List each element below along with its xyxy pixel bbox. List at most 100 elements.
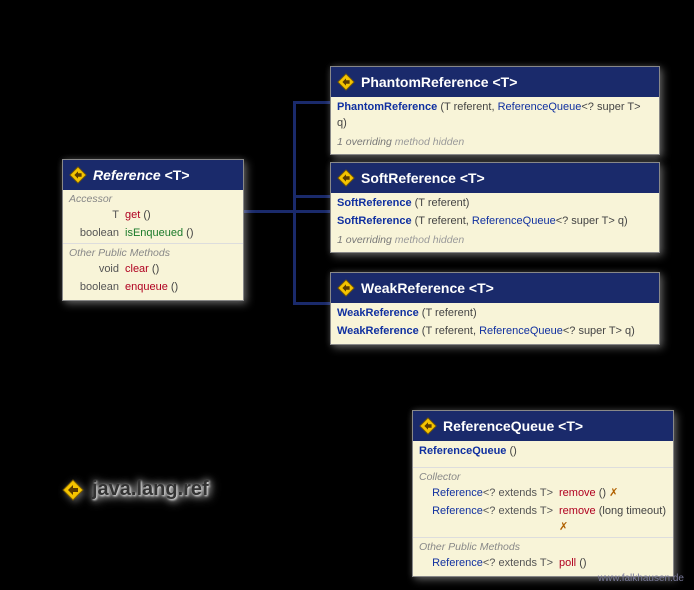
ret: T bbox=[69, 208, 125, 224]
tparam: <T> bbox=[492, 74, 517, 90]
tparam: <T> bbox=[165, 167, 190, 183]
connector-h-top bbox=[293, 101, 330, 104]
throws-icon: ✗ bbox=[609, 487, 618, 499]
p1: (T referent, bbox=[440, 101, 497, 113]
mparams: () bbox=[171, 281, 178, 293]
class-icon bbox=[69, 166, 87, 184]
throws-icon: ✗ bbox=[559, 521, 568, 533]
ctor-soft-1: SoftReference (T referent) bbox=[331, 193, 659, 213]
class-name: WeakReference bbox=[361, 280, 465, 296]
mparams: (long timeout) bbox=[599, 505, 666, 517]
note: 1 overriding method hidden bbox=[331, 133, 659, 154]
ret: boolean bbox=[69, 280, 125, 296]
retname: Reference bbox=[432, 487, 483, 499]
mname: clear bbox=[125, 263, 149, 275]
mparams: () bbox=[599, 487, 606, 499]
class-body: WeakReference (T referent) WeakReference… bbox=[331, 303, 659, 344]
package-label: java.lang.ref bbox=[62, 478, 209, 501]
ctor-weak-1: WeakReference (T referent) bbox=[331, 303, 659, 323]
class-body: PhantomReference (T referent, ReferenceQ… bbox=[331, 97, 659, 154]
p2: q) bbox=[337, 117, 347, 129]
ctor-name: ReferenceQueue bbox=[419, 445, 506, 457]
connector-h-bot bbox=[293, 302, 330, 305]
mname: remove bbox=[559, 487, 596, 499]
ctor-name: PhantomReference bbox=[337, 101, 437, 113]
mname: poll bbox=[559, 557, 576, 569]
class-icon bbox=[337, 73, 355, 91]
class-icon bbox=[419, 417, 437, 435]
package-icon bbox=[62, 479, 84, 501]
retgen: <? extends T> bbox=[483, 487, 553, 499]
class-phantom: PhantomReference <T> PhantomReference (T… bbox=[330, 66, 660, 155]
package-name: java.lang.ref bbox=[92, 478, 209, 501]
params: (T referent) bbox=[422, 307, 477, 319]
ctor-queue: ReferenceQueue () bbox=[413, 441, 673, 461]
class-body: ReferenceQueue () Collector Reference<? … bbox=[413, 441, 673, 576]
pgen: <? super T> bbox=[563, 325, 622, 337]
params: () bbox=[510, 445, 517, 457]
section-collector: Collector bbox=[413, 467, 673, 485]
class-name: PhantomReference bbox=[361, 74, 489, 90]
mname: remove bbox=[559, 505, 596, 517]
member-remove1: Reference<? extends T> remove () ✗ bbox=[413, 485, 673, 503]
ret: Reference<? extends T> bbox=[419, 556, 559, 572]
connector-h-main bbox=[243, 210, 330, 213]
tparam: <T> bbox=[558, 418, 583, 434]
p1: (T referent, bbox=[422, 325, 479, 337]
class-body: Accessor T get () boolean isEnqueued () … bbox=[63, 190, 243, 300]
ptype: ReferenceQueue bbox=[472, 215, 556, 227]
member-enqueue: boolean enqueue () bbox=[63, 279, 243, 300]
ptype: ReferenceQueue bbox=[479, 325, 563, 337]
diagram-canvas: Reference <T> Accessor T get () boolean … bbox=[0, 0, 694, 590]
pgen: <? super T> bbox=[556, 215, 615, 227]
class-header-soft: SoftReference <T> bbox=[331, 163, 659, 193]
retgen: <? extends T> bbox=[483, 557, 553, 569]
member-clear: void clear () bbox=[63, 261, 243, 279]
class-name: SoftReference bbox=[361, 170, 456, 186]
retname: Reference bbox=[432, 505, 483, 517]
class-name: ReferenceQueue bbox=[443, 418, 554, 434]
p2: q) bbox=[622, 325, 635, 337]
ret: Reference<? extends T> bbox=[419, 504, 559, 536]
footer-url: www.falkhausen.de bbox=[598, 573, 684, 584]
mname: get bbox=[125, 209, 140, 221]
class-icon bbox=[337, 279, 355, 297]
class-name: Reference bbox=[93, 167, 161, 183]
ctor-name: WeakReference bbox=[337, 325, 419, 337]
tparam: <T> bbox=[460, 170, 485, 186]
class-reference: Reference <T> Accessor T get () boolean … bbox=[62, 159, 244, 301]
pgen: <? super T> bbox=[581, 101, 640, 113]
connector-v bbox=[293, 101, 296, 305]
member-remove2: Reference<? extends T> remove (long time… bbox=[413, 503, 673, 537]
section-other: Other Public Methods bbox=[413, 537, 673, 555]
ctor-phantom: PhantomReference (T referent, ReferenceQ… bbox=[331, 97, 659, 133]
class-header-phantom: PhantomReference <T> bbox=[331, 67, 659, 97]
note-rest: method hidden bbox=[392, 234, 464, 246]
class-body: SoftReference (T referent) SoftReference… bbox=[331, 193, 659, 252]
ctor-name: WeakReference bbox=[337, 307, 419, 319]
ctor-weak-2: WeakReference (T referent, ReferenceQueu… bbox=[331, 323, 659, 344]
ctor-soft-2: SoftReference (T referent, ReferenceQueu… bbox=[331, 213, 659, 231]
ret: boolean bbox=[69, 226, 125, 242]
mparams: () bbox=[579, 557, 586, 569]
ret: Reference<? extends T> bbox=[419, 486, 559, 502]
connector-h-mid bbox=[293, 195, 330, 198]
class-queue: ReferenceQueue <T> ReferenceQueue () Col… bbox=[412, 410, 674, 577]
mname: enqueue bbox=[125, 281, 168, 293]
mparams: () bbox=[186, 227, 193, 239]
note-count: 1 overriding bbox=[337, 234, 392, 246]
member-get: T get () bbox=[63, 207, 243, 225]
p1: (T referent, bbox=[415, 215, 472, 227]
ptype: ReferenceQueue bbox=[498, 101, 582, 113]
p2: q) bbox=[615, 215, 628, 227]
ctor-name: SoftReference bbox=[337, 197, 412, 209]
member-isenqueued: boolean isEnqueued () bbox=[63, 225, 243, 243]
tparam: <T> bbox=[469, 280, 494, 296]
class-header-queue: ReferenceQueue <T> bbox=[413, 411, 673, 441]
note-count: 1 overriding bbox=[337, 136, 392, 148]
params: (T referent) bbox=[415, 197, 470, 209]
mname: isEnqueued bbox=[125, 227, 183, 239]
class-icon bbox=[337, 169, 355, 187]
class-soft: SoftReference <T> SoftReference (T refer… bbox=[330, 162, 660, 253]
class-header-weak: WeakReference <T> bbox=[331, 273, 659, 303]
